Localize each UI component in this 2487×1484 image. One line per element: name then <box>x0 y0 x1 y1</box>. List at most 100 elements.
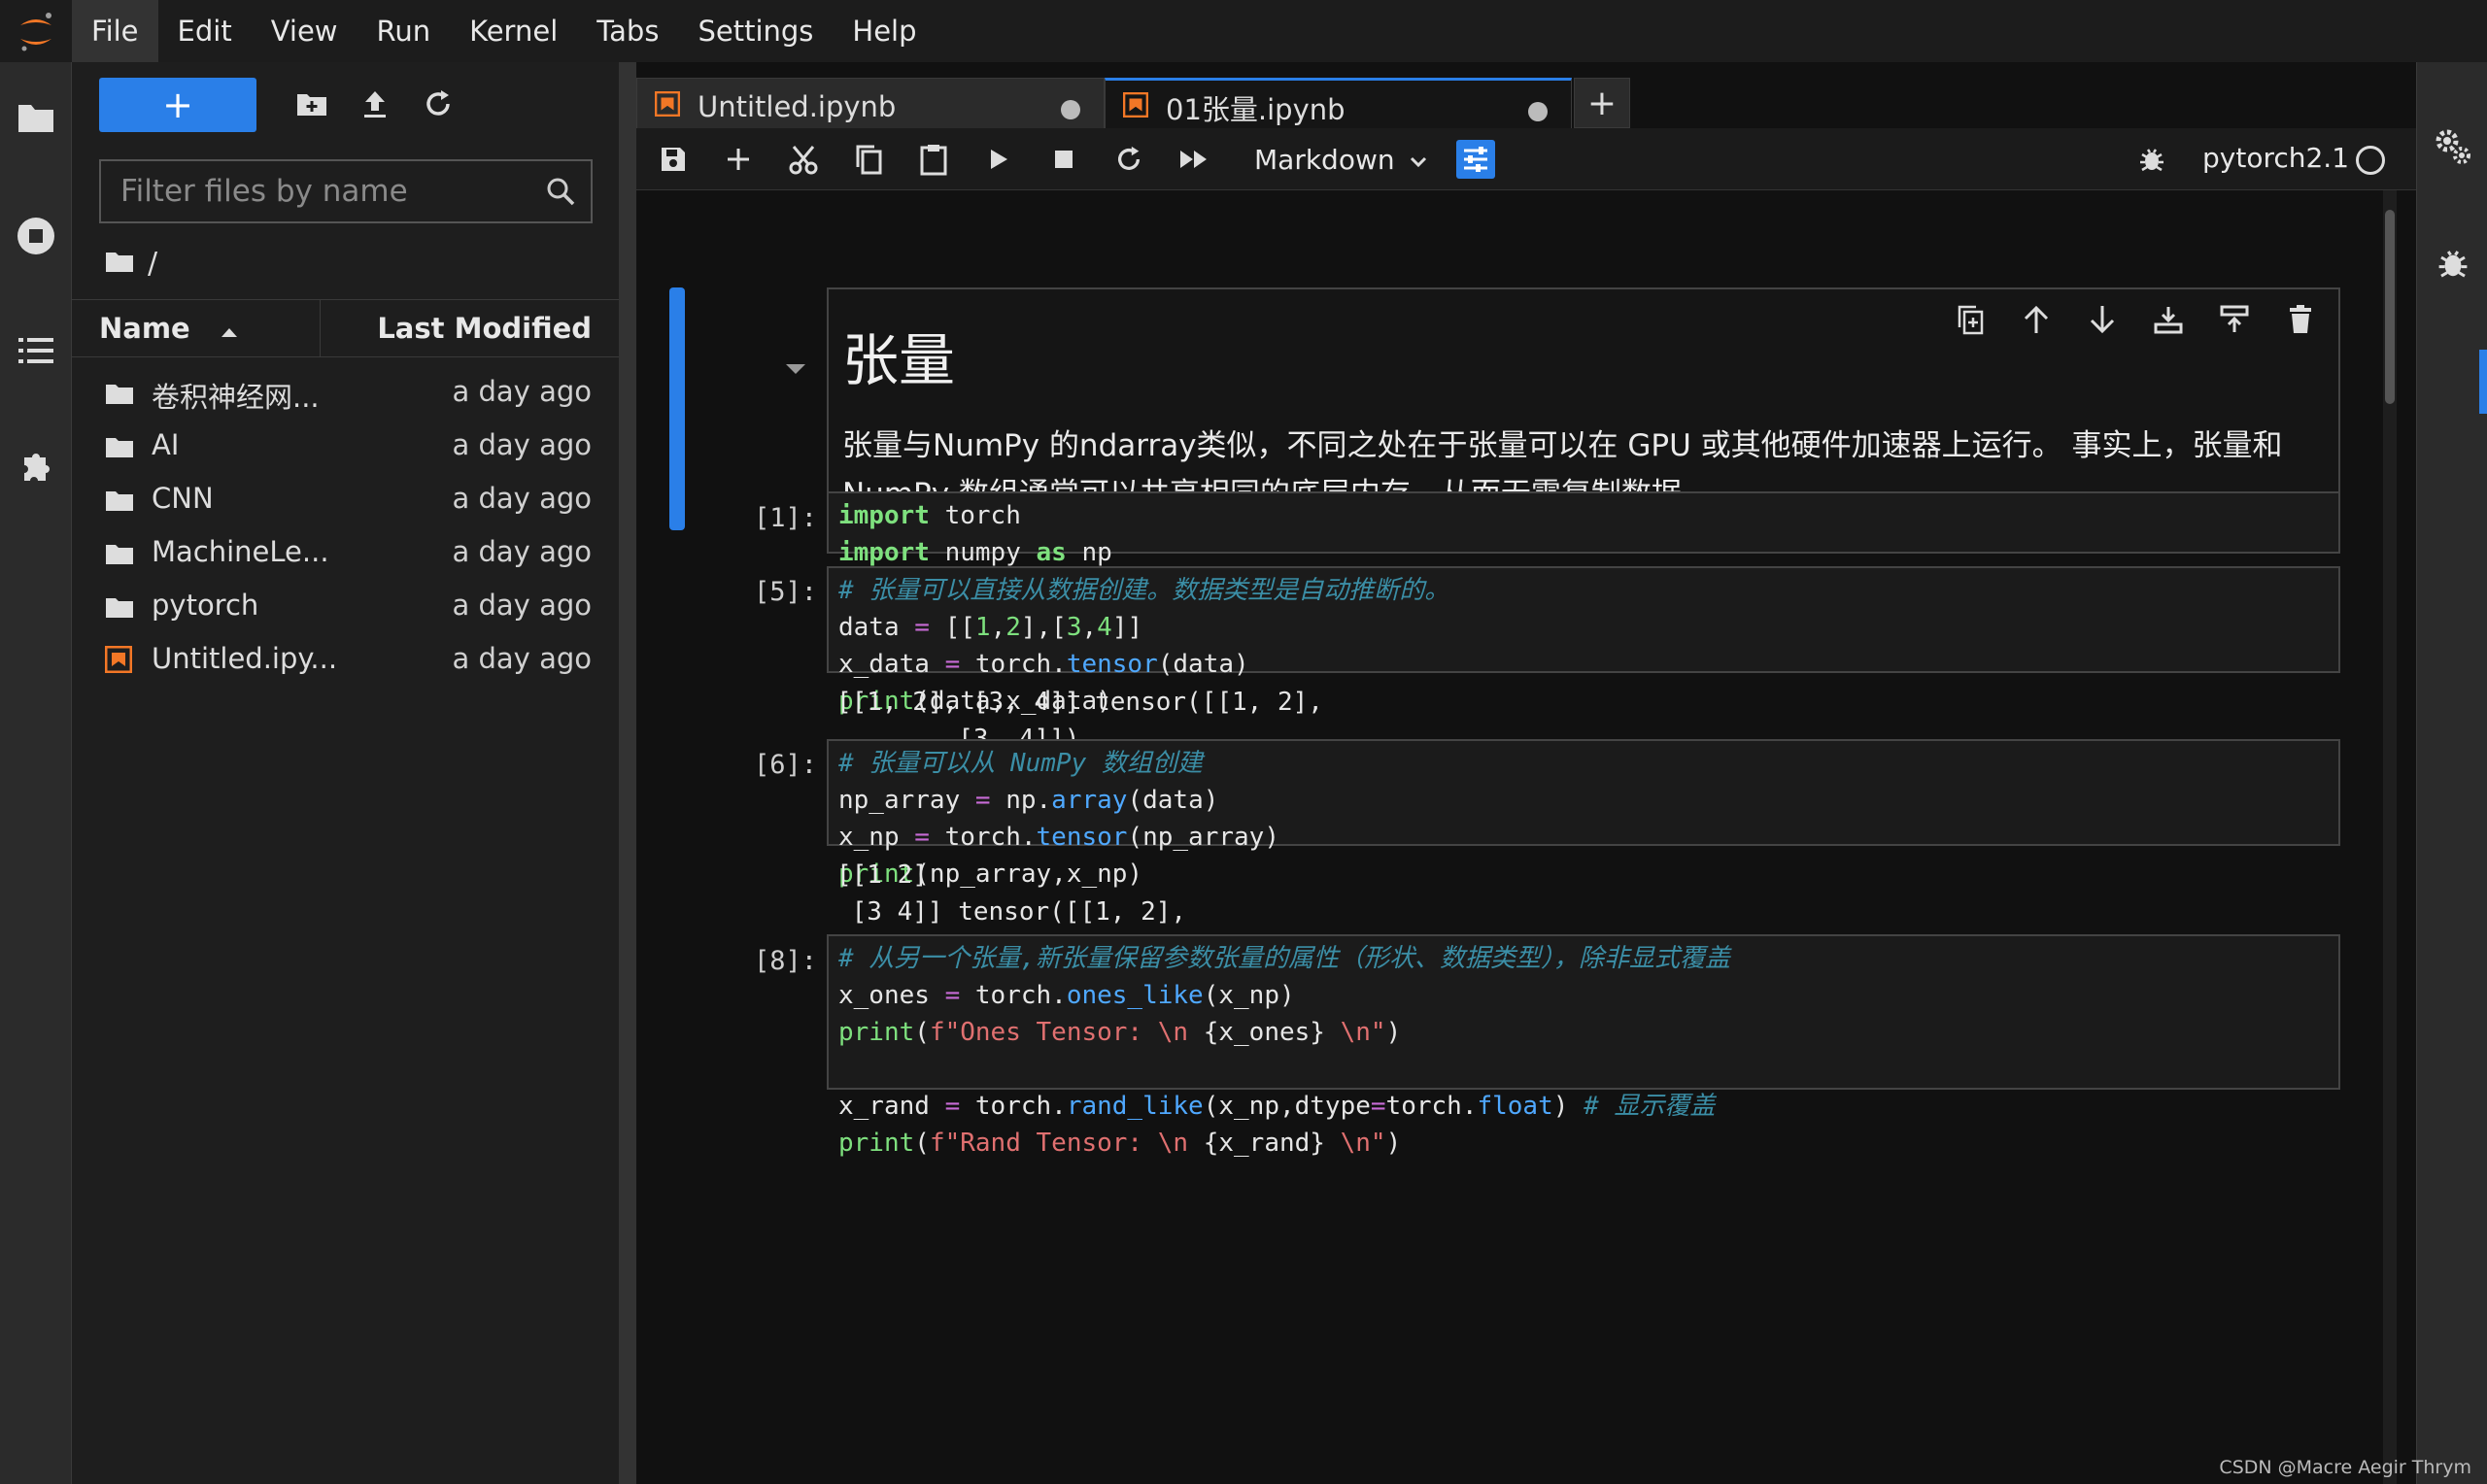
fast-forward-icon[interactable] <box>1175 140 1213 179</box>
cut-icon[interactable] <box>784 140 823 179</box>
folder-icon <box>105 592 134 625</box>
kernel-status-icon <box>2356 146 2385 175</box>
active-cell-indicator[interactable] <box>669 287 685 530</box>
filter-files <box>99 159 593 223</box>
unsaved-dot-icon[interactable] <box>1061 100 1080 119</box>
jupyter-logo-icon[interactable] <box>0 0 72 62</box>
paste-icon[interactable] <box>914 140 953 179</box>
move-down-icon[interactable] <box>2084 301 2121 338</box>
cell-prompt: [1]: <box>730 503 817 533</box>
watermark: CSDN @Macre Aegir Thrym <box>2219 1457 2471 1478</box>
notebook-icon <box>655 90 680 123</box>
menu-edit[interactable]: Edit <box>158 0 252 62</box>
new-tab-button[interactable]: + <box>1574 78 1630 128</box>
menu-file[interactable]: File <box>72 0 158 62</box>
property-inspector-gears-icon[interactable] <box>2417 111 2487 183</box>
new-launcher-button[interactable]: + <box>99 78 256 132</box>
list-item[interactable]: pytorch a day ago <box>72 579 619 632</box>
right-panel-resize-handle[interactable] <box>2479 350 2487 414</box>
extension-icon[interactable] <box>0 431 72 503</box>
folder-icon[interactable] <box>105 247 134 281</box>
running-icon[interactable] <box>0 200 72 272</box>
notebook-scrollbar[interactable] <box>2383 190 2397 1484</box>
run-icon[interactable] <box>979 140 1018 179</box>
notebook-panel: 张量 张量与NumPy 的ndarray类似，不同之处在于张量可以在 GPU 或… <box>636 190 2397 1484</box>
new-folder-icon[interactable] <box>288 80 336 128</box>
notebook-icon <box>105 646 132 680</box>
duplicate-cell-icon[interactable] <box>1952 301 1989 338</box>
file-modified: a day ago <box>453 428 592 461</box>
list-item[interactable]: MachineLe... a day ago <box>72 525 619 579</box>
file-modified: a day ago <box>453 589 592 622</box>
column-modified-header[interactable]: Last Modified <box>377 312 592 345</box>
unsaved-dot-icon[interactable] <box>1528 102 1548 121</box>
code-cell-editor[interactable]: # 张量可以从 NumPy 数组创建 np_array = np.array(d… <box>827 739 2340 846</box>
stop-icon[interactable] <box>1044 140 1083 179</box>
file-modified: a day ago <box>453 482 592 515</box>
file-list: 卷积神经网... a day ago AI a day ago CNN a da… <box>72 365 619 686</box>
folder-icon[interactable] <box>0 82 72 153</box>
collapse-heading-icon[interactable] <box>784 361 807 380</box>
column-name-label: Name <box>99 312 190 345</box>
panel-splitter[interactable] <box>619 62 636 1484</box>
file-modified: a day ago <box>453 642 592 675</box>
restart-icon[interactable] <box>1109 140 1148 179</box>
list-item[interactable]: 卷积神经网... a day ago <box>72 365 619 419</box>
list-item[interactable]: CNN a day ago <box>72 472 619 525</box>
column-name-header[interactable]: Name <box>99 312 239 345</box>
file-list-header: Name Last Modified <box>72 299 619 357</box>
folder-icon <box>105 432 134 465</box>
main-area: Untitled.ipynb 01张量.ipynb + <box>636 62 2416 1484</box>
menu-help[interactable]: Help <box>833 0 936 62</box>
chevron-down-icon <box>1409 144 1428 176</box>
tab-01-tensor[interactable]: 01张量.ipynb <box>1105 78 1572 136</box>
menu-tabs[interactable]: Tabs <box>577 0 678 62</box>
menubar: File Edit View Run Kernel Tabs Settings … <box>0 0 2487 62</box>
notebook-icon <box>1123 91 1148 124</box>
save-icon[interactable] <box>654 140 693 179</box>
scrollbar-thumb[interactable] <box>2385 210 2395 404</box>
breadcrumb-root[interactable]: / <box>148 247 157 281</box>
insert-below-icon[interactable] <box>2150 301 2187 338</box>
move-up-icon[interactable] <box>2018 301 2055 338</box>
menu-settings[interactable]: Settings <box>678 0 833 62</box>
upload-icon[interactable] <box>351 80 399 128</box>
search-icon <box>544 175 577 212</box>
cell-type-select[interactable]: Markdown <box>1254 136 1428 183</box>
menu-run[interactable]: Run <box>358 0 451 62</box>
menu-view[interactable]: View <box>252 0 358 62</box>
menu-kernel[interactable]: Kernel <box>450 0 577 62</box>
copy-icon[interactable] <box>849 140 888 179</box>
notebook-toolbar: Markdown pytorch2.1 <box>636 128 2416 190</box>
folder-icon <box>105 379 134 412</box>
debugger-icon[interactable] <box>2132 140 2171 179</box>
code-text: import torch import numpy as np <box>829 493 2338 575</box>
cell-prompt: [6]: <box>730 750 817 780</box>
file-name: Untitled.ipy... <box>152 642 337 675</box>
add-cell-icon[interactable] <box>719 140 758 179</box>
code-cell-editor[interactable]: # 从另一个张量,新张量保留参数张量的属性（形状、数据类型），除非显式覆盖 x_… <box>827 934 2340 1090</box>
debugger-icon[interactable] <box>2417 227 2487 299</box>
file-modified: a day ago <box>453 535 592 568</box>
list-item[interactable]: Untitled.ipy... a day ago <box>72 632 619 686</box>
left-sidebar-strip <box>0 62 72 1484</box>
file-name: 卷积神经网... <box>152 375 320 416</box>
file-modified: a day ago <box>453 375 592 408</box>
file-name: MachineLe... <box>152 535 329 568</box>
tab-untitled[interactable]: Untitled.ipynb <box>636 78 1105 136</box>
kernel-name[interactable]: pytorch2.1 <box>2202 142 2349 174</box>
tab-bar: Untitled.ipynb 01张量.ipynb + <box>636 70 2416 128</box>
refresh-icon[interactable] <box>414 80 462 128</box>
column-divider[interactable] <box>320 300 321 356</box>
code-cell-editor[interactable]: # 张量可以直接从数据创建。数据类型是自动推断的。 data = [[1,2],… <box>827 566 2340 673</box>
file-name: pytorch <box>152 589 258 622</box>
insert-above-icon[interactable] <box>2216 301 2253 338</box>
tab-label: 01张量.ipynb <box>1166 87 1346 128</box>
property-inspector-icon[interactable] <box>1456 140 1495 179</box>
delete-cell-icon[interactable] <box>2282 301 2319 338</box>
filter-files-input[interactable] <box>120 174 528 209</box>
cell-type-value: Markdown <box>1254 144 1395 176</box>
code-cell-editor[interactable]: import torch import numpy as np <box>827 491 2340 554</box>
list-item[interactable]: AI a day ago <box>72 419 619 472</box>
toc-icon[interactable] <box>0 315 72 387</box>
